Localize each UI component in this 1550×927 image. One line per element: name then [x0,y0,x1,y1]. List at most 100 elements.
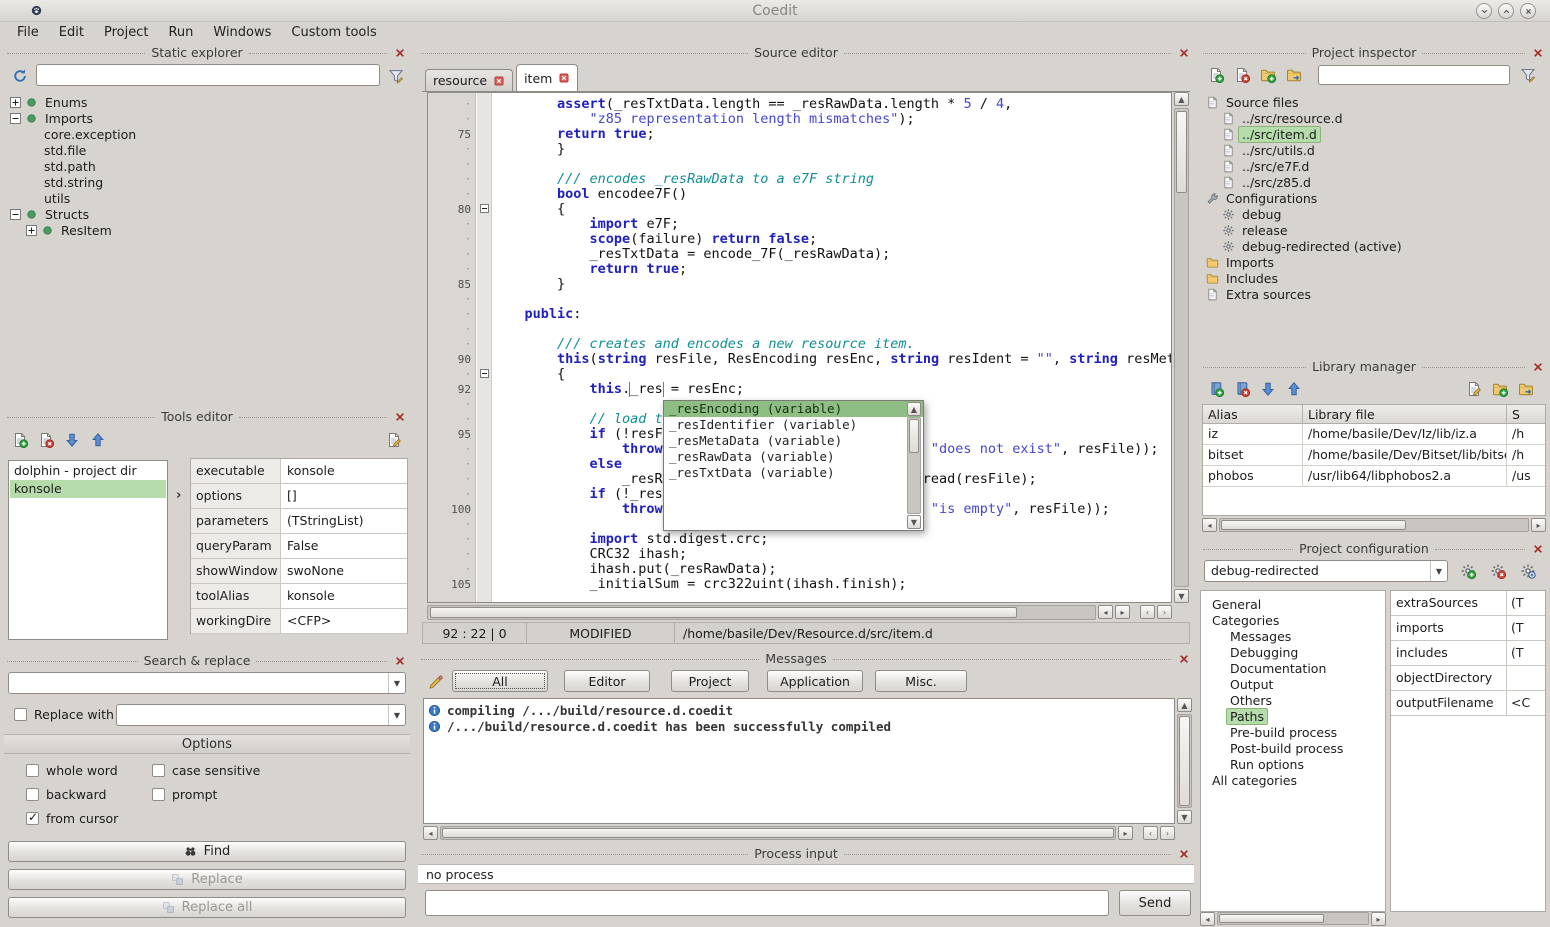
chevron-down-icon[interactable]: ▼ [388,705,405,725]
scroll-left-icon[interactable]: ◂ [1200,912,1215,926]
property-value[interactable]: konsole [281,459,407,483]
tab-item[interactable]: item [516,64,578,91]
next-mark-icon[interactable]: › [1157,605,1172,619]
code-text[interactable] [492,322,1171,337]
scroll-left-icon[interactable]: ◂ [1098,605,1113,619]
filter-misc[interactable]: Misc. [875,670,967,692]
code-text[interactable]: import e7F; [492,217,1171,232]
menu-file[interactable]: File [8,24,48,41]
whole-word-checkbox[interactable] [26,764,39,777]
symbol-item[interactable]: ResItem [4,222,410,238]
editor-vertical-scrollbar[interactable]: ▲ ▼ [1174,92,1189,603]
project-node-item[interactable]: ../src/z85.d [1200,174,1548,190]
code-text[interactable]: /// encodes _resRawData to a e7F string [492,172,1171,187]
library-horizontal-scrollbar[interactable]: ◂ ▸ [1202,518,1546,532]
tab-resource[interactable]: resource [425,69,513,91]
project-node-item[interactable]: ../src/e7F.d [1200,158,1548,174]
property-value[interactable]: <CFP> [281,609,407,633]
gear-copy-button[interactable] [1516,559,1540,583]
doc-edit-button[interactable] [382,428,406,452]
property-value[interactable]: (TStringList) [281,509,407,533]
close-panel-icon[interactable] [1531,542,1545,556]
code-text[interactable]: { [492,367,1171,382]
project-node-item[interactable]: Source files [1200,94,1548,110]
code-text[interactable]: { [492,202,1171,217]
fold-icon[interactable] [480,367,489,382]
prev-mark-icon[interactable]: ‹ [1143,826,1158,840]
refresh-button[interactable] [8,64,32,88]
filter-all[interactable]: All [452,670,548,692]
code-text[interactable]: } [492,277,1171,292]
tab-close-icon[interactable] [493,75,505,87]
property-value[interactable]: konsole [281,584,407,608]
project-node-item[interactable]: ../src/utils.d [1200,142,1548,158]
code-text[interactable]: scope(failure) return false; [492,232,1171,247]
scroll-up-icon[interactable]: ▲ [1177,698,1192,712]
code-text[interactable]: bool encodee7F() [492,187,1171,202]
property-value[interactable]: False [281,534,407,558]
category-item[interactable]: General [1201,596,1385,612]
property-value[interactable]: (T [1507,641,1545,665]
scroll-down-icon[interactable]: ▼ [1177,810,1192,824]
symbol-item[interactable]: std.file [4,142,410,158]
expand-icon[interactable] [10,97,21,108]
library-row[interactable]: iz/home/basile/Dev/Iz/lib/iz.a/h [1203,424,1545,445]
category-item[interactable]: Documentation [1201,660,1385,676]
code-text[interactable]: this._res = resEnc; [492,382,1171,397]
symbol-search-input[interactable] [36,64,380,86]
replace-with-checkbox[interactable] [14,708,27,721]
config-horizontal-scrollbar[interactable]: ◂ ▸ [1200,912,1386,925]
symbol-item[interactable]: core.exception [4,126,410,142]
menu-edit[interactable]: Edit [50,24,93,41]
messages-horizontal-scrollbar[interactable]: ◂ ▸ ‹ › [423,826,1175,840]
close-panel-icon[interactable] [393,654,407,668]
collapse-icon[interactable] [10,209,21,220]
menu-custom-tools[interactable]: Custom tools [282,24,385,41]
prev-mark-icon[interactable]: ‹ [1140,605,1155,619]
code-text[interactable]: ihash.put(_resRawData); [492,562,1171,577]
close-panel-icon[interactable] [393,46,407,60]
completion-item[interactable]: _resRawData (variable) [664,449,923,465]
scroll-thumb[interactable] [1179,716,1190,806]
next-mark-icon[interactable]: › [1160,826,1175,840]
process-input-field[interactable] [425,890,1109,916]
scroll-down-icon[interactable]: ▼ [907,515,921,529]
filter-project[interactable]: Project [671,670,749,692]
column-header[interactable]: S [1507,405,1545,423]
completion-item[interactable]: _resEncoding (variable) [664,401,923,417]
project-node-item[interactable]: debug [1200,206,1548,222]
property-value[interactable]: swoNone [281,559,407,583]
minimize-button[interactable] [1476,3,1492,19]
property-value[interactable]: (T [1507,616,1545,640]
scroll-thumb[interactable] [442,828,1114,838]
scroll-down-icon[interactable]: ▼ [1174,589,1189,603]
pencil-button[interactable] [424,670,448,694]
scroll-right-icon[interactable]: ▸ [1531,518,1546,532]
property-value[interactable]: <C [1507,691,1545,715]
code-text[interactable]: } [492,142,1171,157]
property-value[interactable]: [] [281,484,407,508]
doc-edit-button[interactable] [1462,377,1486,401]
code-text[interactable]: CRC32 ihash; [492,547,1171,562]
filter-editor[interactable]: Editor [564,670,650,692]
property-value[interactable]: (T [1507,591,1545,615]
completion-item[interactable]: _resTxtData (variable) [664,465,923,481]
tool-list-item[interactable]: dolphin - project dir [10,462,166,480]
property-value[interactable] [1507,666,1545,690]
inspector-filter-input[interactable] [1318,65,1510,85]
lib-add-button[interactable] [1204,377,1228,401]
chevron-down-icon[interactable]: ▼ [388,673,405,693]
fold-icon[interactable] [480,202,489,217]
arrow-up-button[interactable] [86,428,110,452]
doc-remove-button[interactable] [1230,63,1254,87]
close-panel-icon[interactable] [393,410,407,424]
code-text[interactable] [492,157,1171,172]
code-text[interactable]: this(string resFile, ResEncoding resEnc,… [492,352,1171,367]
project-node-item[interactable]: Imports [1200,254,1548,270]
code-text[interactable]: "z85 representation length mismatches"); [492,112,1171,127]
scroll-thumb[interactable] [1221,520,1406,530]
code-text[interactable]: public: [492,307,1171,322]
project-node-item[interactable]: Configurations [1200,190,1548,206]
completion-scrollbar[interactable]: ▲ ▼ [907,402,922,529]
category-item[interactable]: Messages [1201,628,1385,644]
